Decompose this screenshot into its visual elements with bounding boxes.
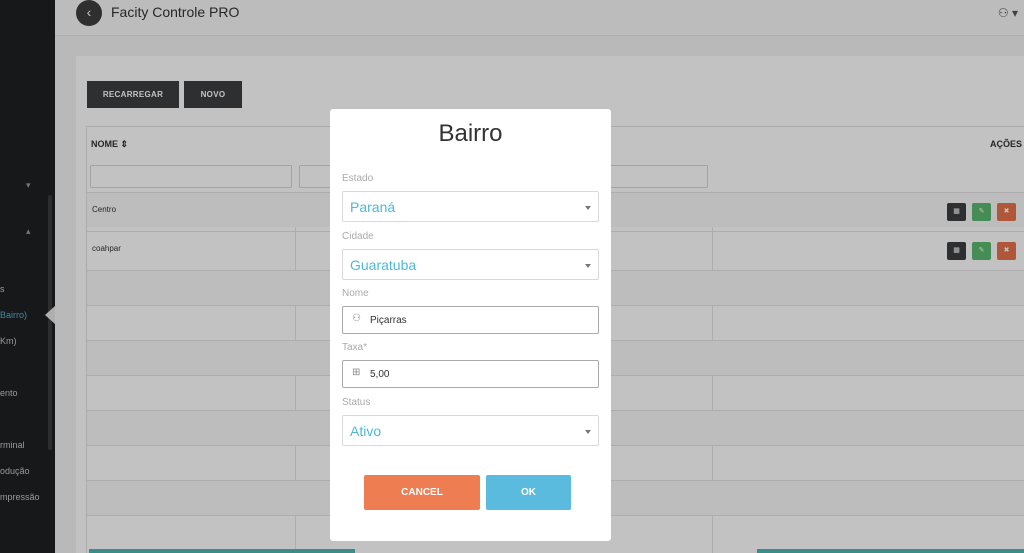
taxa-label: Taxa*	[342, 342, 368, 353]
estado-value: Paraná	[350, 199, 396, 215]
person-icon: ⚇	[352, 313, 361, 324]
status-value: Ativo	[350, 423, 382, 439]
cidade-label: Cidade	[342, 231, 374, 242]
bairro-modal: Bairro Estado Paraná Cidade Guaratuba No…	[330, 109, 611, 541]
cidade-select[interactable]: Guaratuba	[342, 249, 599, 280]
ok-button[interactable]: OK	[486, 475, 571, 510]
caret-down-icon	[585, 206, 591, 210]
status-select[interactable]: Ativo	[342, 415, 599, 446]
cidade-value: Guaratuba	[350, 257, 417, 273]
nome-input[interactable]: ⚇ Piçarras	[342, 306, 599, 334]
caret-down-icon	[585, 430, 591, 434]
nome-label: Nome	[342, 288, 369, 299]
taxa-value: 5,00	[370, 369, 390, 380]
modal-title: Bairro	[438, 120, 503, 147]
caret-down-icon	[585, 264, 591, 268]
status-label: Status	[342, 397, 371, 408]
estado-select[interactable]: Paraná	[342, 191, 599, 222]
estado-label: Estado	[342, 173, 374, 184]
money-icon: ⊞	[352, 367, 361, 378]
cancel-button[interactable]: CANCEL	[364, 475, 480, 510]
taxa-input[interactable]: ⊞ 5,00	[342, 360, 599, 388]
nome-value: Piçarras	[370, 315, 407, 326]
